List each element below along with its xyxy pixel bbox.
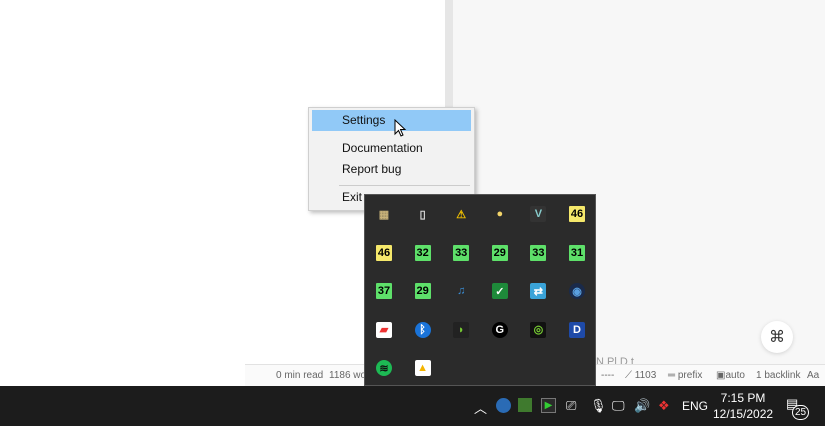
nvidia-icon[interactable]: ◎ <box>530 321 547 338</box>
camera-icon[interactable]: ⎚ <box>566 398 576 414</box>
mouse-cursor-icon <box>394 119 407 137</box>
temp-icon[interactable]: 31 <box>569 244 585 261</box>
char-count: ⟋ 1103 <box>625 370 657 381</box>
dashes: ---- <box>601 370 615 381</box>
app-tray-icon[interactable] <box>518 398 532 412</box>
clock[interactable]: 7:15 PM 12/15/2022 <box>713 390 773 422</box>
dropbox-icon[interactable]: ❖ <box>658 398 670 414</box>
network-icon[interactable]: 🖵 <box>612 398 625 414</box>
google-drive-icon[interactable]: ▲ <box>414 360 431 377</box>
taskbar: ︿ ▶ ⎚ 🎙 🖵 🔊 ❖ ENG 7:15 PM 12/15/2022 ▤ 2… <box>0 386 825 426</box>
play-icon[interactable]: ▶ <box>541 398 556 413</box>
read-time: 0 min read <box>276 370 324 381</box>
date: 12/15/2022 <box>713 407 774 421</box>
cards-icon[interactable]: ▰ <box>376 321 392 338</box>
app-icon[interactable]: ▦ <box>376 206 392 222</box>
temp-icon[interactable]: 46 <box>376 244 392 261</box>
menu-item-report-bug[interactable]: Report bug <box>312 159 471 180</box>
document-icon[interactable]: ▯ <box>415 206 431 222</box>
temp-icon[interactable]: 33 <box>453 244 470 261</box>
menu-separator <box>339 185 470 186</box>
steam-icon[interactable] <box>496 398 511 413</box>
temp-icon[interactable]: 29 <box>491 244 508 261</box>
warning-shield-icon[interactable]: ⚠ <box>453 206 469 222</box>
temp-icon[interactable]: 29 <box>414 283 431 300</box>
headset-icon[interactable]: ◗ <box>453 321 470 338</box>
logitech-g-icon[interactable]: G <box>491 321 508 338</box>
auto[interactable]: ▣auto <box>716 370 745 381</box>
spotify-icon[interactable]: ≋ <box>376 360 392 377</box>
notification-count: 25 <box>792 405 809 420</box>
temp-icon[interactable]: 32 <box>414 244 431 261</box>
checkbox-icon[interactable]: ✓ <box>491 283 508 300</box>
backlinks[interactable]: 1 backlink <box>756 370 800 381</box>
tray-overflow-panel: ▦ ▯ ⚠ ● V 46 46 32 33 29 33 31 37 29 ♫ ✓ ⇄ ◉ ▰ ᛒ ◗ G ◎ D ≋ ▲ <box>364 194 596 386</box>
word-count: 1186 wo <box>329 370 367 381</box>
sync-icon[interactable]: ⇄ <box>530 283 547 300</box>
temp-icon[interactable]: 33 <box>530 244 547 261</box>
temp-icon[interactable]: 37 <box>376 283 392 300</box>
d-icon[interactable]: D <box>569 321 585 338</box>
show-hidden-icons-chevron-icon[interactable]: ︿ <box>474 398 487 417</box>
microphone-icon[interactable]: 🎙 <box>590 398 607 414</box>
temp-icon[interactable]: 46 <box>569 206 585 222</box>
volume-icon[interactable]: 🔊 <box>634 398 650 414</box>
prefix[interactable]: ═ prefix <box>668 370 702 381</box>
menu-item-settings[interactable]: Settings <box>312 110 471 131</box>
command-palette-button[interactable]: ⌘ <box>761 321 793 353</box>
music-icon[interactable]: ♫ <box>453 283 469 299</box>
language-indicator[interactable]: ENG <box>682 399 708 413</box>
bluetooth-icon[interactable]: ᛒ <box>414 321 431 338</box>
bulb-icon[interactable]: ● <box>492 206 508 222</box>
menu-item-documentation[interactable]: Documentation <box>312 138 471 159</box>
vmware-warning-icon[interactable]: V <box>530 206 547 222</box>
circle-icon[interactable]: ◉ <box>569 283 585 300</box>
time: 7:15 PM <box>720 391 766 405</box>
font-setting[interactable]: Aa <box>807 370 819 381</box>
